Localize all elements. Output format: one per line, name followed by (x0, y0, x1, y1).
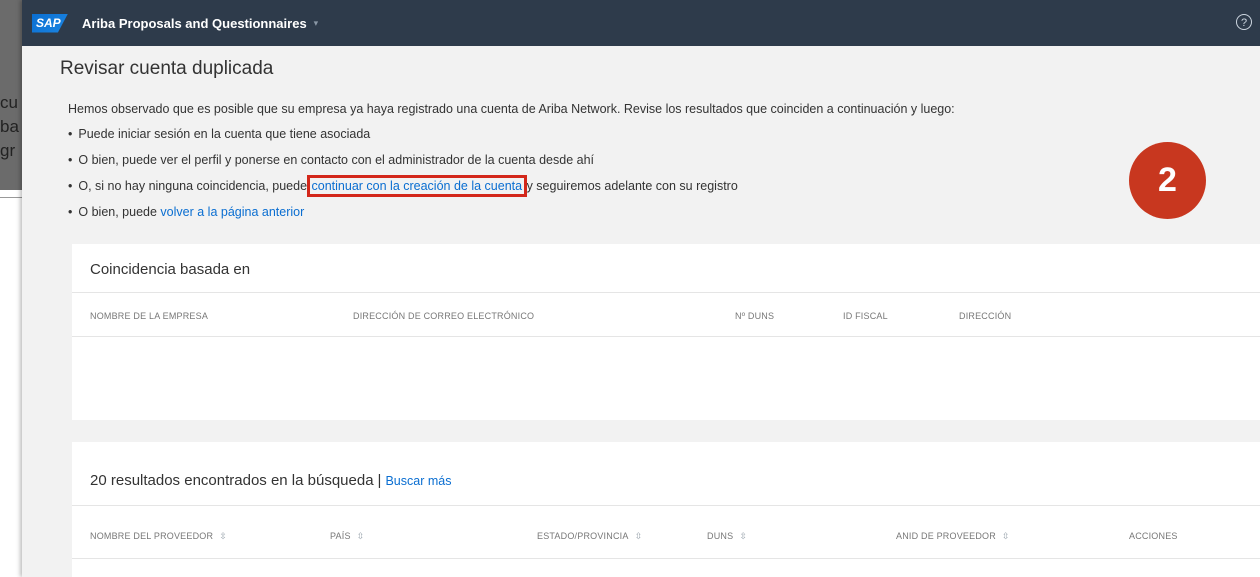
app-window: SAP Ariba Proposals and Questionnaires ▾… (22, 0, 1260, 577)
sort-icon[interactable]: ⇳ (635, 531, 643, 541)
app-title[interactable]: Ariba Proposals and Questionnaires (82, 16, 307, 31)
background-text-2: ba (0, 117, 19, 136)
col-address: DIRECCIÓN (959, 311, 1012, 321)
col-email: DIRECCIÓN DE CORREO ELECTRÓNICO (353, 311, 535, 321)
step-number-badge: 2 (1129, 142, 1206, 219)
results-panel-divider (72, 505, 1260, 506)
col-duns-label: DUNS (707, 531, 734, 541)
col-duns-number: Nº DUNS (735, 311, 775, 321)
bullet-continue-suffix: y seguiremos adelante con su registro (526, 179, 738, 193)
results-panel: 20 resultados encontrados en la búsqueda… (72, 442, 1260, 577)
sort-icon[interactable]: ⇳ (219, 531, 227, 541)
top-bar: SAP Ariba Proposals and Questionnaires ▾… (22, 0, 1260, 46)
results-header-divider (72, 558, 1260, 559)
results-separator: | (377, 472, 382, 489)
bullet-continue: • O, si no hay ninguna coincidencia, pued… (68, 175, 738, 197)
col-actions: ACCIONES (1129, 531, 1178, 541)
bullet-back-text: O bien, puede (78, 205, 157, 219)
intro-text: Hemos observado que es posible que su em… (68, 102, 955, 116)
results-count-text: 20 resultados encontrados en la búsqueda (90, 472, 374, 489)
col-state-label: ESTADO/PROVINCIA (537, 531, 629, 541)
sort-icon[interactable]: ⇳ (357, 531, 365, 541)
sort-icon[interactable]: ⇳ (739, 531, 747, 541)
bullet-profile-text: O bien, puede ver el perfil y ponerse en… (78, 153, 594, 167)
page-title: Revisar cuenta duplicada (60, 58, 274, 79)
col-supplier-anid[interactable]: ANID DE PROVEEDOR ⇳ (896, 531, 1010, 542)
col-supplier-anid-label: ANID DE PROVEEDOR (896, 531, 996, 541)
sap-logo: SAP (32, 13, 68, 33)
results-panel-title: 20 resultados encontrados en la búsqueda… (90, 472, 451, 489)
col-supplier-name[interactable]: NOMBRE DEL PROVEEDOR ⇳ (90, 531, 227, 542)
back-previous-page-link[interactable]: volver a la página anterior (160, 205, 304, 219)
help-icon[interactable]: ? (1236, 14, 1252, 30)
col-tax-id: ID FISCAL (843, 311, 888, 321)
chevron-down-icon[interactable]: ▾ (314, 18, 319, 29)
col-supplier-name-label: NOMBRE DEL PROVEEDOR (90, 531, 214, 541)
col-country[interactable]: PAÍS ⇳ (330, 531, 364, 542)
bullet-login: • Puede iniciar sesión en la cuenta que t… (68, 127, 371, 141)
match-panel-divider (72, 292, 1260, 293)
background-text-3: gr (0, 141, 16, 160)
bullet-continue-text: O, si no hay ninguna coincidencia, puede (78, 179, 308, 193)
col-company-name: NOMBRE DE LA EMPRESA (90, 311, 209, 321)
bullet-back: • O bien, puede volver a la página anteri… (68, 205, 305, 219)
continue-account-creation-link[interactable]: continuar con la creación de la cuenta (306, 175, 528, 197)
col-country-label: PAÍS (330, 531, 351, 541)
match-panel-header-divider (72, 336, 1260, 337)
bullet-profile: • O bien, puede ver el perfil y ponerse e… (68, 153, 594, 167)
match-panel: Coincidencia basada en NOMBRE DE LA EMPR… (72, 244, 1260, 420)
bullet-login-text: Puede iniciar sesión en la cuenta que ti… (78, 127, 371, 141)
match-panel-title: Coincidencia basada en (90, 261, 251, 278)
sort-icon[interactable]: ⇳ (1002, 531, 1010, 541)
col-state[interactable]: ESTADO/PROVINCIA ⇳ (537, 531, 642, 542)
background-text-1: cu (0, 93, 18, 112)
search-more-link[interactable]: Buscar más (385, 474, 451, 488)
col-duns[interactable]: DUNS ⇳ (707, 531, 747, 542)
